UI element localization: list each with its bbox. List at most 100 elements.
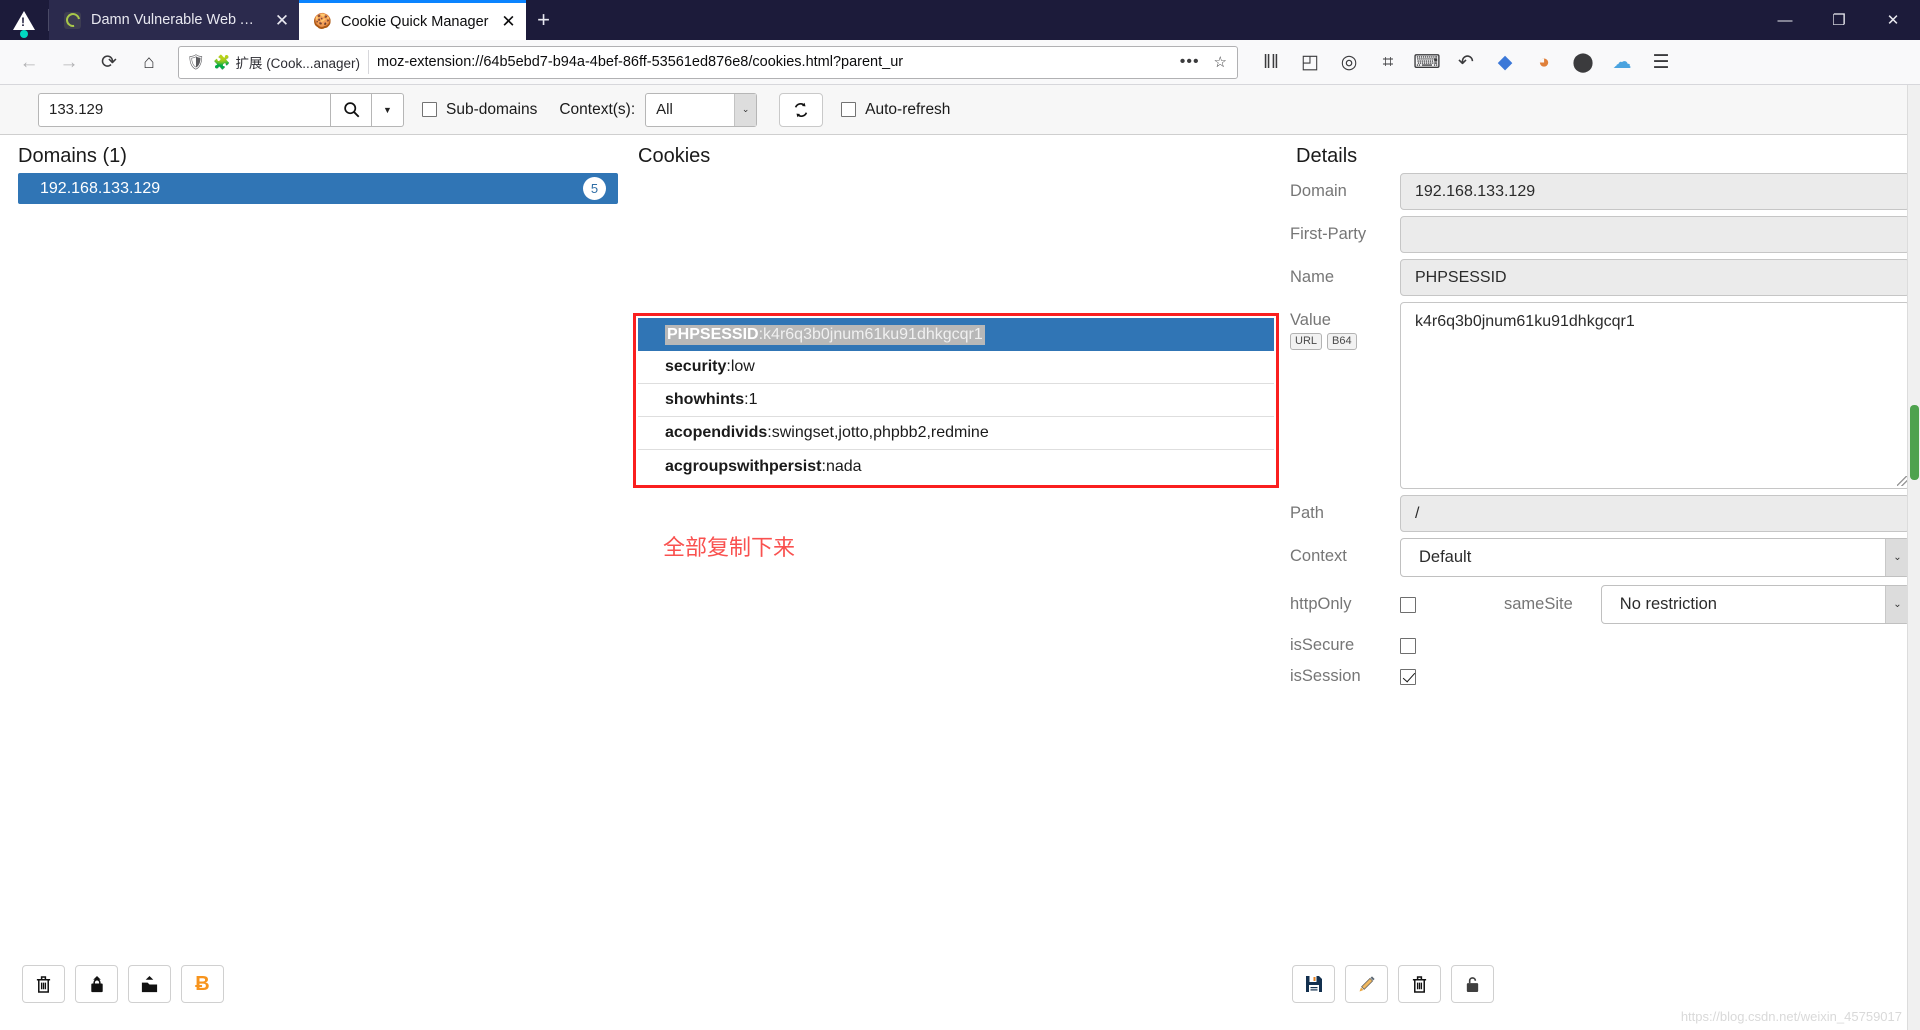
details-pane: Domain 192.168.133.129 First-Party Name … (1290, 173, 1910, 698)
contexts-select[interactable]: All ⌄ (645, 92, 758, 127)
detail-value-text: k4r6q3b0jnum61ku91dhkgcqr1 (1415, 313, 1635, 330)
tab-title: Cookie Quick Manager (341, 13, 489, 30)
cookies-highlight-box: PHPSESSID:k4r6q3b0jnum61ku91dhkgcqr1 sec… (633, 313, 1279, 488)
lock-upload-button[interactable] (75, 965, 118, 1003)
search-input[interactable] (38, 92, 330, 127)
url-encode-badge[interactable]: URL (1290, 332, 1323, 351)
palette-icon[interactable]: ◕ (1525, 44, 1563, 80)
screenshot-icon[interactable]: ⌗ (1369, 44, 1407, 80)
domains-title: Domains (1) (18, 145, 127, 167)
maximize-icon[interactable]: ❐ (1812, 0, 1866, 40)
tab-cookie-quick-manager[interactable]: 🍪 Cookie Quick Manager ✕ (299, 0, 526, 40)
record-icon[interactable]: ⬤ (1564, 44, 1602, 80)
reload-icon[interactable]: ⟳ (90, 44, 128, 80)
detail-firstparty-label: First-Party (1290, 225, 1367, 243)
detail-httponly-row: httpOnly sameSite No restriction ⌄ (1290, 585, 1910, 624)
cookie-name: acopendivids (665, 424, 768, 441)
new-tab-button[interactable]: + (526, 0, 562, 40)
detail-issession-row: isSession (1290, 667, 1910, 686)
back-icon[interactable]: ← (10, 44, 48, 80)
cookie-icon: 🍪 (313, 13, 332, 30)
cookie-value: swingset,jotto,phpbb2,redmine (771, 424, 989, 441)
subdomains-checkbox[interactable] (422, 102, 437, 117)
save-cookie-button[interactable] (1292, 965, 1335, 1003)
cookie-list-item[interactable]: acopendivids: swingset,jotto,phpbb2,redmi… (638, 417, 1274, 450)
detail-firstparty-row: First-Party (1290, 216, 1910, 253)
page-actions-icon[interactable]: ••• (1172, 53, 1208, 71)
close-window-icon[interactable]: ✕ (1866, 0, 1920, 40)
autorefresh-checkbox[interactable] (841, 102, 857, 117)
detail-value-textarea[interactable]: k4r6q3b0jnum61ku91dhkgcqr1 (1400, 302, 1910, 489)
cookie-list-item[interactable]: showhints:1 (638, 384, 1274, 417)
contexts-label: Context(s): (559, 100, 636, 118)
delete-cookie-button[interactable] (1398, 965, 1441, 1003)
url-text[interactable]: moz-extension://64b5ebd7-b94a-4bef-86ff-… (377, 54, 1170, 70)
resize-grip-icon[interactable] (1897, 476, 1907, 486)
domain-list-item[interactable]: 192.168.133.129 5 (18, 173, 618, 204)
shield-icon[interactable]: 🛡 (185, 53, 207, 71)
cookie-value: nada (825, 457, 862, 475)
detail-firstparty-value[interactable] (1400, 216, 1910, 253)
detail-name-label: Name (1290, 268, 1335, 286)
chevron-down-icon: ⌄ (1885, 539, 1909, 576)
library-icon[interactable]: ‖‖ (1252, 44, 1290, 80)
detail-issession-label: isSession (1290, 667, 1361, 685)
forward-icon[interactable]: → (50, 44, 88, 80)
edit-cookie-button[interactable] (1345, 965, 1388, 1003)
tab-title: Damn Vulnerable Web App ( (91, 12, 262, 28)
delete-all-button[interactable] (22, 965, 65, 1003)
detail-path-value[interactable]: / (1400, 495, 1910, 532)
detail-domain-value[interactable]: 192.168.133.129 (1400, 173, 1910, 210)
shield-ext-icon[interactable]: ◆ (1486, 44, 1524, 80)
domain-cookie-count: 5 (583, 177, 606, 200)
detail-samesite-select[interactable]: No restriction ⌄ (1600, 585, 1910, 624)
import-button[interactable] (128, 965, 171, 1003)
donate-button[interactable]: Ƀ (181, 965, 224, 1003)
account-icon[interactable]: ◎ (1330, 44, 1368, 80)
subdomains-checkbox-row[interactable]: Sub-domains (422, 101, 537, 119)
filter-toolbar: ▼ Sub-domains Context(s): All ⌄ Auto-ref… (0, 85, 1920, 135)
cookie-list: PHPSESSID:k4r6q3b0jnum61ku91dhkgcqr1 sec… (638, 318, 1274, 483)
cookies-title: Cookies (638, 145, 711, 167)
identity-box[interactable]: 🧩 扩展 (Cook...anager) (209, 50, 369, 74)
page-scrollbar[interactable] (1907, 85, 1920, 1030)
sidebar-icon[interactable]: ◰ (1291, 44, 1329, 80)
detail-issecure-row: isSecure (1290, 636, 1910, 655)
cookie-name: acgroupswithpersist (665, 457, 822, 475)
bookmark-star-icon[interactable]: ☆ (1210, 53, 1231, 71)
httponly-checkbox[interactable] (1400, 596, 1416, 613)
cookie-name: showhints (665, 391, 745, 408)
minimize-icon[interactable]: — (1758, 0, 1812, 40)
subdomains-label: Sub-domains (446, 100, 538, 118)
warning-icon (0, 0, 48, 40)
issession-checkbox[interactable] (1400, 668, 1416, 685)
close-icon[interactable]: ✕ (271, 9, 293, 31)
cookie-list-item[interactable]: security: low (638, 351, 1274, 384)
detail-context-label: Context (1290, 547, 1347, 565)
undo-icon[interactable]: ↶ (1447, 44, 1485, 80)
autorefresh-checkbox-row[interactable]: Auto-refresh (841, 101, 950, 119)
url-bar[interactable]: 🛡 🧩 扩展 (Cook...anager) moz-extension://6… (178, 45, 1238, 79)
menu-icon[interactable]: ☰ (1642, 44, 1680, 80)
chat-icon[interactable]: ⌨ (1408, 44, 1446, 80)
detail-context-select[interactable]: Default ⌄ (1400, 538, 1910, 577)
issecure-checkbox[interactable] (1400, 637, 1416, 654)
refresh-button[interactable] (779, 92, 824, 127)
search-icon[interactable] (330, 92, 372, 127)
detail-samesite-value: No restriction (1619, 595, 1717, 613)
close-icon[interactable]: ✕ (498, 11, 520, 33)
scrollbar-thumb[interactable] (1910, 405, 1919, 480)
cookie-list-item[interactable]: acgroupswithpersist: nada (638, 450, 1274, 483)
domain-name: 192.168.133.129 (40, 179, 161, 197)
protect-cookie-button[interactable] (1451, 965, 1494, 1003)
cloud-icon[interactable]: ☁ (1603, 44, 1641, 80)
search-dropdown-icon[interactable]: ▼ (372, 92, 404, 127)
detail-issecure-label: isSecure (1290, 636, 1355, 654)
detail-name-value[interactable]: PHPSESSID (1400, 259, 1910, 296)
cookie-list-item[interactable]: PHPSESSID:k4r6q3b0jnum61ku91dhkgcqr1 (638, 318, 1274, 351)
b64-encode-badge[interactable]: B64 (1327, 332, 1357, 351)
home-icon[interactable]: ⌂ (130, 44, 168, 80)
detail-domain-label: Domain (1290, 182, 1347, 200)
detail-httponly-label: httpOnly (1290, 595, 1352, 613)
tab-dvwa[interactable]: Damn Vulnerable Web App ( ✕ (49, 0, 299, 40)
